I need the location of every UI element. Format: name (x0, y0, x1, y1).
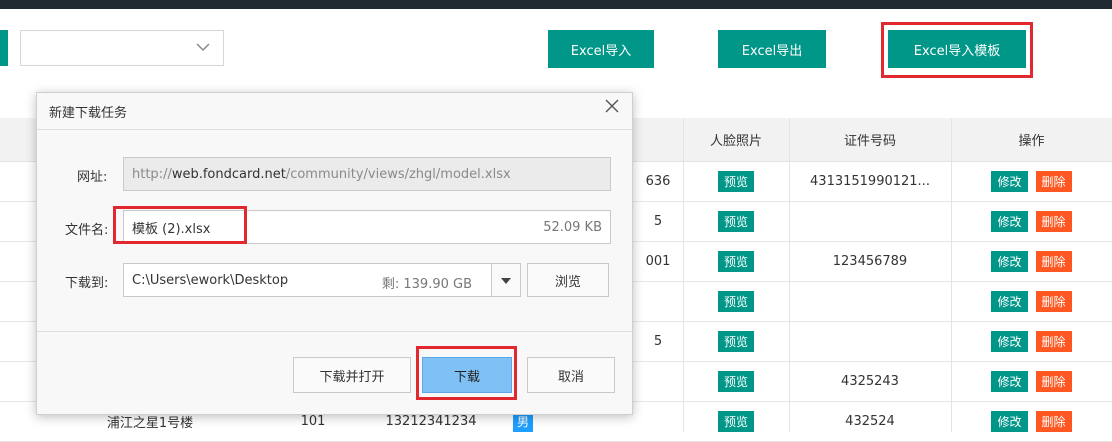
partial-cell: 5 (653, 334, 663, 349)
excel-import-button[interactable]: Excel导入 (548, 30, 654, 68)
filename-label: 文件名: (65, 223, 109, 238)
id-number-cell: 432524 (845, 414, 895, 429)
partial-cell: 636 (645, 174, 671, 189)
partial-cell: 5 (653, 214, 663, 229)
id-number-cell (789, 202, 951, 241)
caret-down-icon (501, 273, 511, 288)
save-path-value: C:\Users\ework\Desktop (132, 272, 289, 288)
dialog-header-divider (37, 129, 632, 130)
download-dialog: 新建下载任务 网址: http://web.fondcard.net/commu… (36, 92, 633, 415)
preview-button[interactable]: 预览 (717, 171, 754, 192)
excel-export-button[interactable]: Excel导出 (718, 30, 826, 68)
preview-button[interactable]: 预览 (717, 411, 754, 432)
free-space-text: 剩: 139.90 GB (381, 277, 472, 292)
dialog-title: 新建下载任务 (49, 106, 128, 121)
cancel-button[interactable]: 取消 (527, 357, 615, 393)
download-and-open-button[interactable]: 下载并打开 (293, 357, 411, 393)
filename-highlight (113, 206, 247, 244)
column-divider (951, 118, 952, 432)
id-number-cell: 4325243 (841, 374, 899, 389)
top-bar (0, 0, 1112, 9)
filesize-text: 52.09 KB (543, 220, 602, 235)
delete-button[interactable]: 删除 (1035, 371, 1072, 392)
delete-button[interactable]: 删除 (1035, 211, 1072, 232)
saveto-label: 下载到: (65, 276, 109, 291)
chevron-down-icon (195, 39, 211, 59)
column-divider (683, 118, 684, 432)
header-actions: 操作 (1018, 134, 1045, 149)
header-face-photo: 人脸照片 (709, 134, 762, 149)
left-accent-bar (0, 30, 8, 66)
edit-button[interactable]: 修改 (991, 371, 1028, 392)
url-host: web.fondcard.net (171, 166, 286, 182)
edit-button[interactable]: 修改 (991, 251, 1028, 272)
delete-button[interactable]: 删除 (1035, 411, 1072, 432)
partial-cell: 001 (645, 254, 671, 269)
edit-button[interactable]: 修改 (991, 291, 1028, 312)
delete-button[interactable]: 删除 (1035, 251, 1072, 272)
url-prefix: http:// (132, 166, 172, 182)
browse-button[interactable]: 浏览 (527, 263, 609, 297)
url-path: /community/views/zhgl/model.xlsx (285, 166, 511, 182)
edit-button[interactable]: 修改 (991, 411, 1028, 432)
url-field: http://web.fondcard.net/community/views/… (123, 157, 611, 191)
column-divider (789, 118, 790, 432)
delete-button[interactable]: 删除 (1035, 331, 1072, 352)
edit-button[interactable]: 修改 (991, 211, 1028, 232)
template-button-highlight (881, 22, 1033, 78)
preview-button[interactable]: 预览 (717, 251, 754, 272)
download-button-highlight (416, 346, 517, 400)
header-id-number: 证件号码 (843, 134, 896, 149)
delete-button[interactable]: 删除 (1035, 291, 1072, 312)
delete-button[interactable]: 删除 (1035, 171, 1072, 192)
id-number-cell (789, 282, 951, 321)
id-number-cell: 4313151990121... (810, 174, 930, 189)
close-icon[interactable] (604, 97, 620, 119)
preview-button[interactable]: 预览 (717, 371, 754, 392)
preview-button[interactable]: 预览 (717, 331, 754, 352)
edit-button[interactable]: 修改 (991, 331, 1028, 352)
dialog-footer-divider (37, 331, 632, 332)
save-path-field[interactable]: C:\Users\ework\Desktop 剩: 139.90 GB (123, 263, 493, 297)
id-number-cell: 123456789 (832, 254, 908, 269)
id-number-cell (789, 322, 951, 361)
edit-button[interactable]: 修改 (991, 171, 1028, 192)
preview-button[interactable]: 预览 (717, 291, 754, 312)
url-label: 网址: (77, 170, 108, 185)
preview-button[interactable]: 预览 (717, 211, 754, 232)
filter-select[interactable] (20, 30, 224, 66)
save-path-dropdown[interactable] (491, 263, 521, 297)
